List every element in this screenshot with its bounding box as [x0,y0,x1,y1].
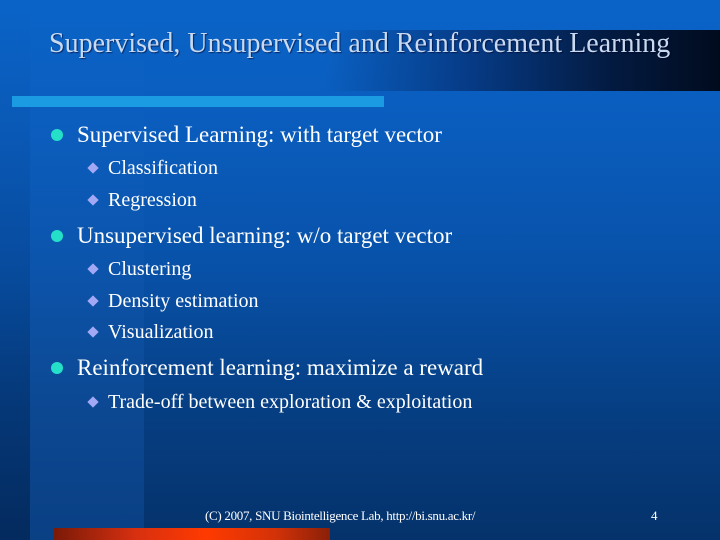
bullet-unsupervised: Unsupervised learning: w/o target vector [77,223,453,248]
subitem-tradeoff: Trade-off between exploration & exploita… [108,391,473,413]
footer-copyright: (C) 2007, SNU Biointelligence Lab, http:… [205,508,476,523]
round-bullet-icon [51,129,63,141]
slide-title: Supervised, Unsupervised and Reinforceme… [49,28,671,59]
bullet-reinforcement: Reinforcement learning: maximize a rewar… [77,355,484,380]
subitem-visualization: Visualization [108,321,214,343]
subitem-clustering: Clustering [108,258,192,280]
subitem-regression: Regression [108,189,197,211]
subitem-classification: Classification [108,157,218,179]
round-bullet-icon [51,362,63,374]
subitem-density-estimation: Density estimation [108,290,259,312]
page-number: 4 [651,508,658,523]
accent-bar-decoration [54,528,330,540]
title-underline-bar [12,96,384,107]
bullet-supervised: Supervised Learning: with target vector [77,122,442,147]
slide: Supervised, Unsupervised and Reinforceme… [0,0,720,540]
round-bullet-icon [51,230,63,242]
